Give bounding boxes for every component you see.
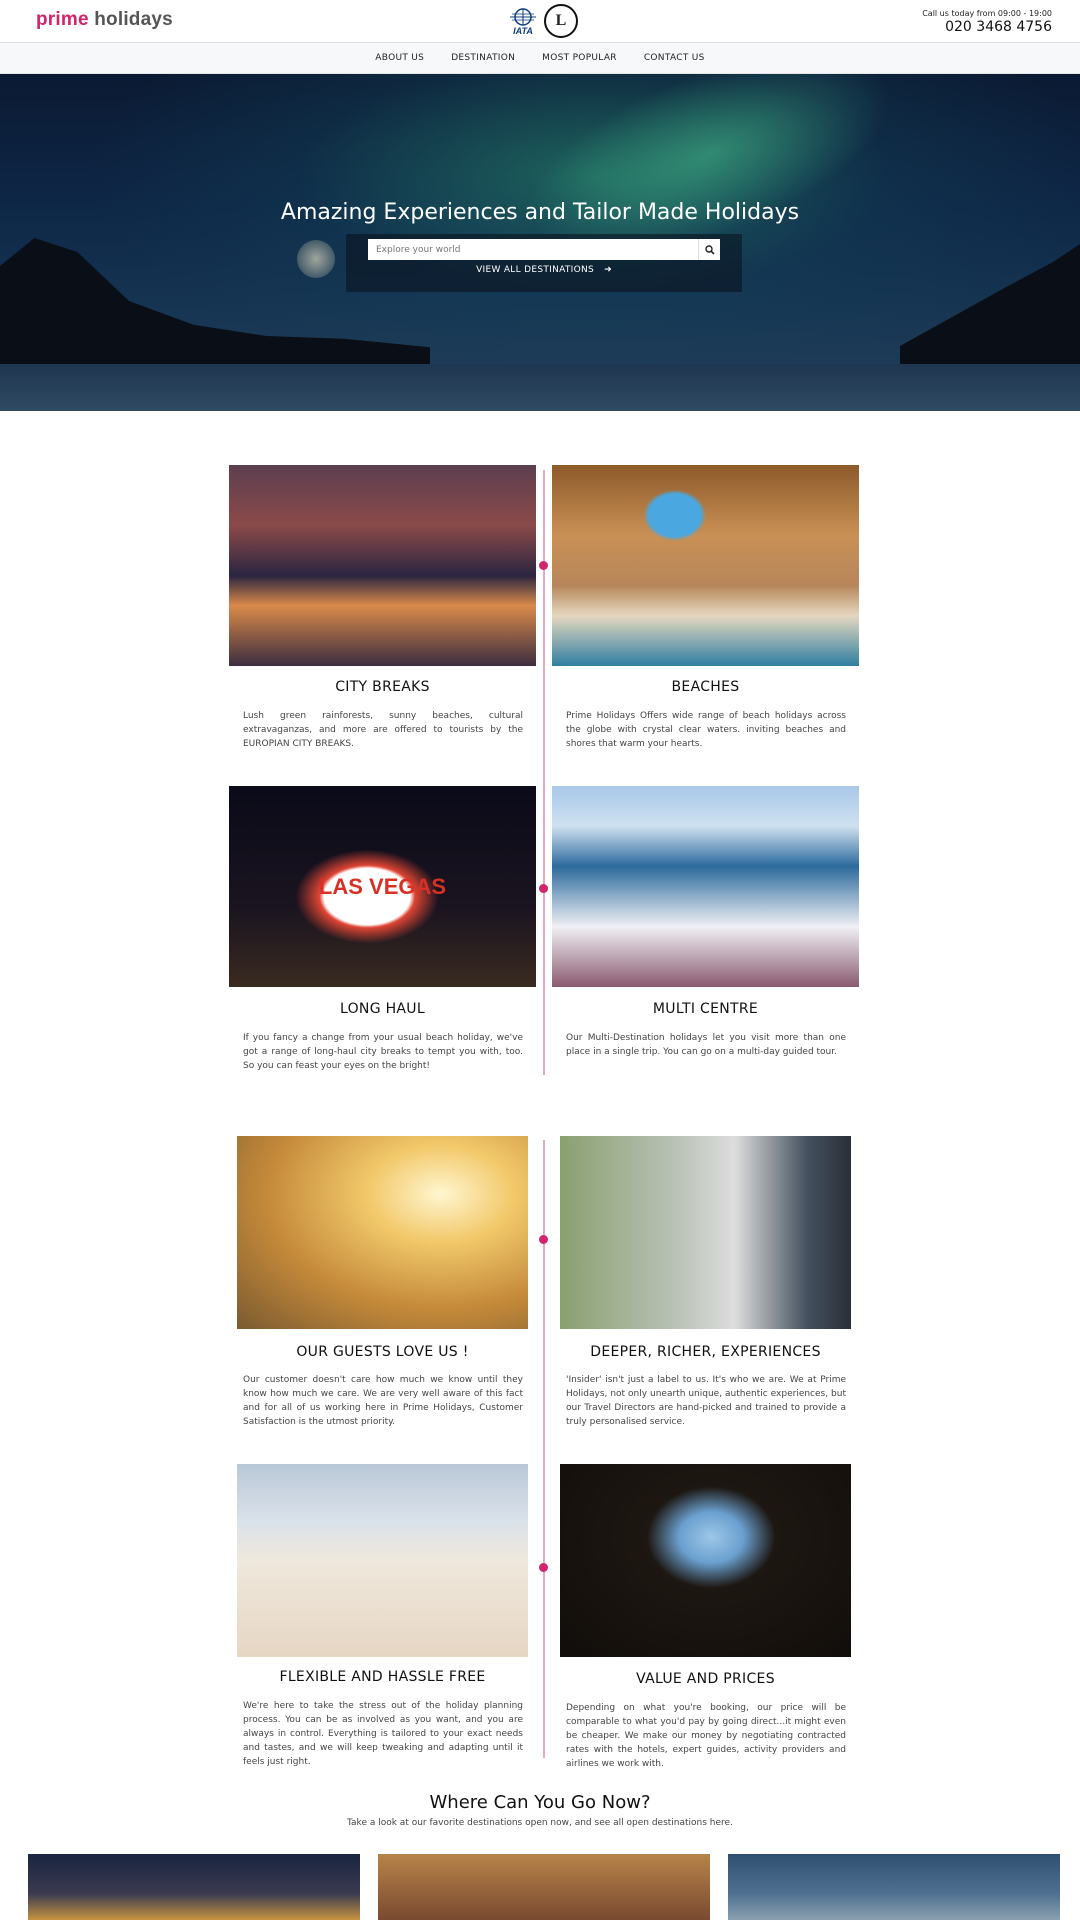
card-text: Depending on what you're booking, our pr… [566, 1703, 846, 1769]
card-text: If you fancy a change from your usual be… [243, 1033, 523, 1071]
card-title: CITY BREAKS [335, 679, 430, 695]
card-text: Our Multi-Destination holidays let you v… [566, 1033, 846, 1057]
atol-logo-icon: L [544, 4, 578, 38]
water [0, 364, 1080, 411]
nav-about-us[interactable]: ABOUT US [375, 53, 424, 63]
card-text: 'Insider' isn't just a label to us. It's… [566, 1375, 846, 1427]
arrow-right-icon: ➜ [604, 265, 612, 275]
value-prices-image[interactable] [560, 1464, 851, 1657]
card-text: Prime Holidays Offers wide range of beac… [566, 711, 846, 749]
accreditation-badges: IATA L [508, 3, 578, 39]
guests-love-image[interactable] [237, 1136, 528, 1329]
timeline-dot [539, 884, 548, 893]
city-breaks-image[interactable] [229, 465, 536, 666]
iata-logo-icon: IATA [508, 6, 538, 36]
card-title: MULTI CENTRE [652, 1001, 759, 1017]
search-panel: VIEW ALL DESTINATIONS ➜ [346, 234, 742, 292]
nav-destination[interactable]: DESTINATION [451, 53, 515, 63]
card-text: We're here to take the stress out of the… [243, 1701, 523, 1767]
timeline-dot [539, 561, 548, 570]
hero-banner: Amazing Experiences and Tailor Made Holi… [0, 74, 1080, 411]
long-haul-image[interactable]: LAS VEGAS [229, 786, 536, 987]
card-title: LONG HAUL [340, 1001, 425, 1017]
view-all-destinations-link[interactable]: VIEW ALL DESTINATIONS ➜ [346, 265, 742, 275]
timeline-dot [539, 1235, 548, 1244]
hassle-free-image[interactable] [237, 1464, 528, 1657]
call-hours: Call us today from 09:00 - 19:00 [922, 9, 1052, 18]
site-logo[interactable]: prime holidays [36, 9, 173, 31]
multi-centre-image[interactable] [552, 786, 859, 987]
site-header: prime holidays IATA L Call us today from… [0, 0, 1080, 42]
card-title: VALUE AND PRICES [636, 1671, 775, 1687]
phone-number[interactable]: 020 3468 4756 [922, 19, 1052, 35]
atol-label: L [555, 12, 567, 29]
beaches-image[interactable] [552, 465, 859, 666]
vegas-sign: LAS VEGAS [318, 873, 447, 899]
destination-card-image[interactable] [28, 1854, 360, 1920]
card-title: BEACHES [671, 679, 740, 695]
logo-holidays: holidays [94, 9, 173, 30]
destination-card-image[interactable] [378, 1854, 710, 1920]
logo-prime: prime [36, 9, 89, 30]
mountain-right [900, 244, 1080, 364]
moon [297, 240, 335, 278]
card-title: DEEPER, RICHER, EXPERIENCES [590, 1344, 821, 1360]
destination-card-image[interactable] [728, 1854, 1060, 1920]
iata-label: IATA [513, 26, 533, 36]
card-text: Our customer doesn't care how much we kn… [243, 1375, 523, 1427]
experiences-image[interactable] [560, 1136, 851, 1329]
main-nav: ABOUT US DESTINATION MOST POPULAR CONTAC… [0, 42, 1080, 74]
timeline-line-2 [543, 1140, 545, 1758]
where-subtitle: Take a look at our favorite destinations… [347, 1818, 733, 1828]
card-title: OUR GUESTS LOVE US ! [296, 1344, 469, 1360]
nav-most-popular[interactable]: MOST POPULAR [542, 53, 617, 63]
nav-contact-us[interactable]: CONTACT US [644, 53, 705, 63]
search-icon [704, 244, 715, 255]
card-text: Lush green rainforests, sunny beaches, c… [243, 711, 523, 749]
timeline-dot [539, 1563, 548, 1572]
call-us-block: Call us today from 09:00 - 19:00 020 346… [922, 9, 1052, 35]
search-input[interactable] [368, 239, 698, 260]
search-button[interactable] [698, 239, 720, 260]
view-all-label: VIEW ALL DESTINATIONS [476, 265, 595, 275]
hero-title: Amazing Experiences and Tailor Made Holi… [280, 200, 800, 225]
where-title: Where Can You Go Now? [429, 1792, 651, 1813]
card-title: FLEXIBLE AND HASSLE FREE [279, 1669, 486, 1685]
